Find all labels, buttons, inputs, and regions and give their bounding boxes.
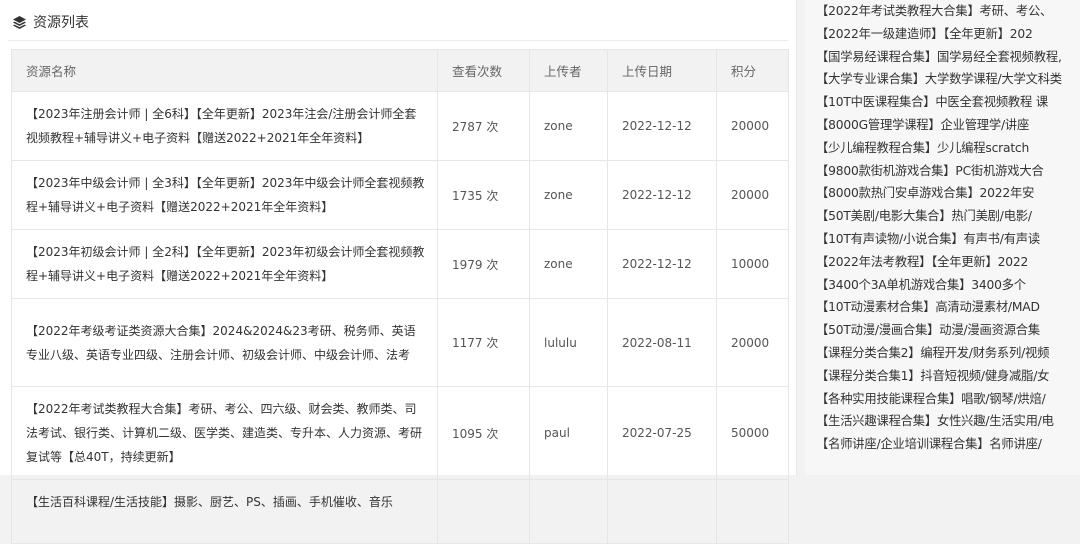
sidebar-link[interactable]: 【2022年法考教程】【全年更新】2022 [816,251,1080,274]
view-count: 1177 次 [437,298,530,387]
resource-name-link[interactable]: 【2022年考试类教程大合集】考研、考公、四六级、财会类、教师类、司法考试、银行… [11,386,438,480]
uploader-name: zone [529,160,608,230]
column-header-date[interactable]: 上传日期 [607,49,717,92]
sidebar-link[interactable]: 【名师讲座/企业培训课程合集】名师讲座/ [816,433,1080,456]
sidebar-resource-list: 【2022年考试类教程大合集】考研、考公、 【2022年一级建造师】【全年更新】… [805,0,1080,475]
table-row[interactable]: 【2023年中级会计师 | 全3科】【全年更新】2023年中级会计师全套视频教程… [11,160,789,230]
uploader-name: lululu [529,298,608,387]
panel-header: 资源列表 [12,6,89,38]
upload-date: 2022-12-12 [607,160,717,230]
sidebar-link[interactable]: 【50T美剧/电影大集合】热门美剧/电影/ [816,205,1080,228]
sidebar-link[interactable]: 【生活兴趣课程合集】女性兴趣/生活实用/电 [816,410,1080,433]
column-header-name[interactable]: 资源名称 [11,49,438,92]
sidebar-link[interactable]: 【9800款街机游戏合集】PC街机游戏大合 [816,160,1080,183]
column-header-views[interactable]: 查看次数 [437,49,530,92]
view-count: 1095 次 [437,386,530,480]
uploader-name: paul [529,386,608,480]
upload-date: 2022-08-11 [607,298,717,387]
resource-list-panel: 资源列表 资源名称 查看次数 上传者 上传日期 积分 【2023年注册会计师 |… [0,0,797,544]
sidebar-link[interactable]: 【3400个3A单机游戏合集】3400多个 [816,274,1080,297]
sidebar-link[interactable]: 【少儿编程教程合集】少儿编程scratch [816,137,1080,160]
view-count [437,479,530,544]
table-row[interactable]: 【2022年考试类教程大合集】考研、考公、四六级、财会类、教师类、司法考试、银行… [11,386,789,480]
upload-date: 2022-07-25 [607,386,717,480]
points-value: 50000 [716,386,789,480]
sidebar-link[interactable]: 【10T中医课程集合】中医全套视频教程 课 [816,91,1080,114]
upload-date: 2022-12-12 [607,91,717,161]
sidebar-link[interactable]: 【8000G管理学课程】企业管理学/讲座 [816,114,1080,137]
uploader-name: zone [529,91,608,161]
layers-icon [12,15,27,30]
sidebar-link[interactable]: 【2022年考试类教程大合集】考研、考公、 [816,0,1080,23]
sidebar-link[interactable]: 【课程分类合集1】抖音短视频/健身减脂/女 [816,365,1080,388]
view-count: 2787 次 [437,91,530,161]
view-count: 1735 次 [437,160,530,230]
table-row[interactable]: 【2022年考级考证类资源大合集】2024&2024&23考研、税务师、英语专业… [11,298,789,387]
points-value: 20000 [716,298,789,387]
column-header-points[interactable]: 积分 [716,49,789,92]
sidebar-link[interactable]: 【50T动漫/漫画合集】动漫/漫画资源合集 [816,319,1080,342]
sidebar-link[interactable]: 【8000款热门安卓游戏合集】2022年安 [816,182,1080,205]
uploader-name: zone [529,229,608,299]
view-count: 1979 次 [437,229,530,299]
points-value: 20000 [716,160,789,230]
uploader-name [529,479,608,544]
sidebar-link[interactable]: 【大学专业课合集】大学数学课程/大学文科类 [816,68,1080,91]
resource-table: 资源名称 查看次数 上传者 上传日期 积分 【2023年注册会计师 | 全6科】… [11,49,789,544]
resource-name-link[interactable]: 【2023年初级会计师 | 全2科】【全年更新】2023年初级会计师全套视频教程… [11,229,438,299]
sidebar-link-list: 【2022年考试类教程大合集】考研、考公、 【2022年一级建造师】【全年更新】… [805,0,1080,456]
sidebar-link[interactable]: 【10T有声读物/小说合集】有声书/有声读 [816,228,1080,251]
resource-name-link[interactable]: 【2022年考级考证类资源大合集】2024&2024&23考研、税务师、英语专业… [11,298,438,387]
sidebar-link[interactable]: 【各种实用技能课程合集】唱歌/钢琴/烘焙/ [816,388,1080,411]
sidebar-link[interactable]: 【课程分类合集2】编程开发/财务系列/视频 [816,342,1080,365]
sidebar-link[interactable]: 【国学易经课程合集】国学易经全套视频教程, [816,46,1080,69]
sidebar-link[interactable]: 【10T动漫素材合集】高清动漫素材/MAD [816,296,1080,319]
panel-title: 资源列表 [33,15,89,31]
points-value: 10000 [716,229,789,299]
sidebar-link[interactable]: 【2022年一级建造师】【全年更新】202 [816,23,1080,46]
upload-date: 2022-12-12 [607,229,717,299]
points-value [716,479,789,544]
resource-name-link[interactable]: 【生活百科课程/生活技能】摄影、厨艺、PS、插画、手机催收、音乐 [11,479,438,544]
header-divider [8,40,788,41]
resource-name-link[interactable]: 【2023年中级会计师 | 全3科】【全年更新】2023年中级会计师全套视频教程… [11,160,438,230]
column-header-uploader[interactable]: 上传者 [529,49,608,92]
table-row[interactable]: 【2023年注册会计师 | 全6科】【全年更新】2023年注会/注册会计师全套视… [11,91,789,161]
upload-date [607,479,717,544]
table-row[interactable]: 【2023年初级会计师 | 全2科】【全年更新】2023年初级会计师全套视频教程… [11,229,789,299]
resource-name-link[interactable]: 【2023年注册会计师 | 全6科】【全年更新】2023年注会/注册会计师全套视… [11,91,438,161]
table-header-row: 资源名称 查看次数 上传者 上传日期 积分 [11,49,789,92]
points-value: 20000 [716,91,789,161]
table-row[interactable]: 【生活百科课程/生活技能】摄影、厨艺、PS、插画、手机催收、音乐 [11,479,789,544]
